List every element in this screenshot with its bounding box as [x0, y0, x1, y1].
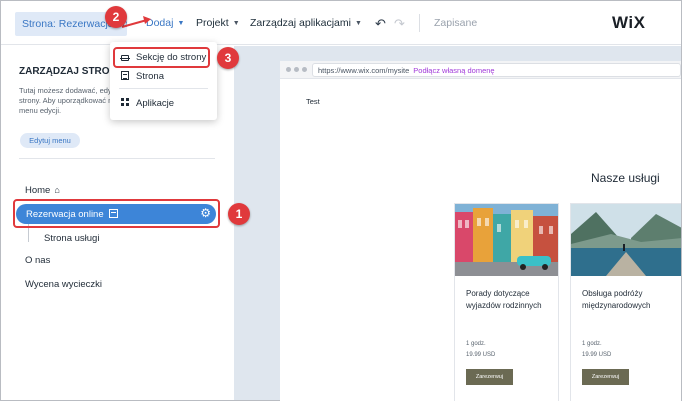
callout-badge-2: 2: [105, 6, 127, 28]
book-button[interactable]: Zarezerwuj: [582, 369, 629, 385]
wix-logo: WiX: [612, 13, 646, 32]
card-image-havana: [455, 204, 558, 276]
dropdown-item-apps[interactable]: Aplikacje: [121, 98, 174, 109]
menu-manage-apps[interactable]: Zarządzaj aplikacjami ▼: [250, 17, 362, 29]
nav-item-service-page[interactable]: Strona usługi: [44, 233, 99, 244]
dropdown-item-page[interactable]: Strona: [121, 71, 164, 82]
url-text: https://www.wix.com/mysite: [318, 66, 410, 75]
dropdown-divider: [119, 88, 208, 89]
saved-status: Zapisane: [434, 17, 478, 29]
card-duration: 1 godz.: [466, 341, 486, 347]
service-card[interactable]: Obsługa podróży międzynarodowych 1 godz.…: [570, 203, 681, 401]
page-icon: [121, 71, 129, 80]
connect-domain-link[interactable]: Podłącz własną domenę: [413, 66, 494, 75]
book-button[interactable]: Zarezerwuj: [466, 369, 513, 385]
window-dot-icon: [302, 67, 307, 72]
nav-item-home-label: Home: [25, 185, 51, 196]
browser-bar: https://www.wix.com/mysite Podłącz własną…: [280, 61, 681, 79]
menu-add[interactable]: Dodaj ▼: [146, 17, 184, 29]
callout-badge-3: 3: [217, 47, 239, 69]
chevron-down-icon: ▼: [177, 20, 185, 27]
chevron-down-icon: ▼: [354, 20, 362, 27]
services-heading: Nasze usługi: [591, 171, 660, 185]
card-duration: 1 godz.: [582, 341, 602, 347]
redo-icon[interactable]: ↷: [394, 16, 405, 32]
toolbar-divider: [419, 14, 420, 32]
window-dot-icon: [294, 67, 299, 72]
apps-grid-icon: [121, 98, 129, 107]
home-icon: ⌂: [54, 185, 60, 195]
dropdown-item-page-label: Strona: [136, 71, 164, 82]
nav-item-about[interactable]: O nas: [25, 255, 50, 266]
top-bar: Strona: Rezerwacja online Dodaj▼ Projekt…: [1, 1, 681, 45]
nav-item-trip-quote[interactable]: Wycena wycieczki: [25, 279, 102, 290]
card-title: Obsługa podróży międzynarodowych: [582, 289, 651, 310]
window-dot-icon: [286, 67, 291, 72]
callout-highlight-sections: [113, 47, 210, 68]
menu-project[interactable]: Projekt ▼: [196, 17, 240, 29]
service-card[interactable]: Porady dotyczące wyjazdów rodzinnych 1 g…: [454, 203, 559, 401]
callout-badge-1: 1: [228, 203, 250, 225]
url-bar: https://www.wix.com/mysite Podłącz własną…: [312, 63, 681, 77]
menu-add-label: Dodaj: [146, 17, 174, 29]
card-image-lake: [571, 204, 681, 276]
menu-project-label: Projekt: [196, 17, 229, 29]
undo-icon[interactable]: ↶: [375, 16, 386, 32]
nav-item-home[interactable]: Home ⌂: [25, 185, 60, 196]
callout-highlight-booking: [13, 199, 220, 228]
menu-manage-apps-label: Zarządzaj aplikacjami: [250, 17, 351, 29]
chevron-down-icon: ▼: [232, 20, 240, 27]
edit-menu-button[interactable]: Edytuj menu: [20, 133, 80, 148]
card-title: Porady dotyczące wyjazdów rodzinnych: [466, 289, 542, 310]
dropdown-item-apps-label: Aplikacje: [136, 98, 175, 109]
panel-divider: [19, 158, 215, 159]
card-price: 19.99 USD: [582, 352, 612, 358]
test-text: Test: [306, 97, 320, 106]
card-price: 19.99 USD: [466, 352, 496, 358]
